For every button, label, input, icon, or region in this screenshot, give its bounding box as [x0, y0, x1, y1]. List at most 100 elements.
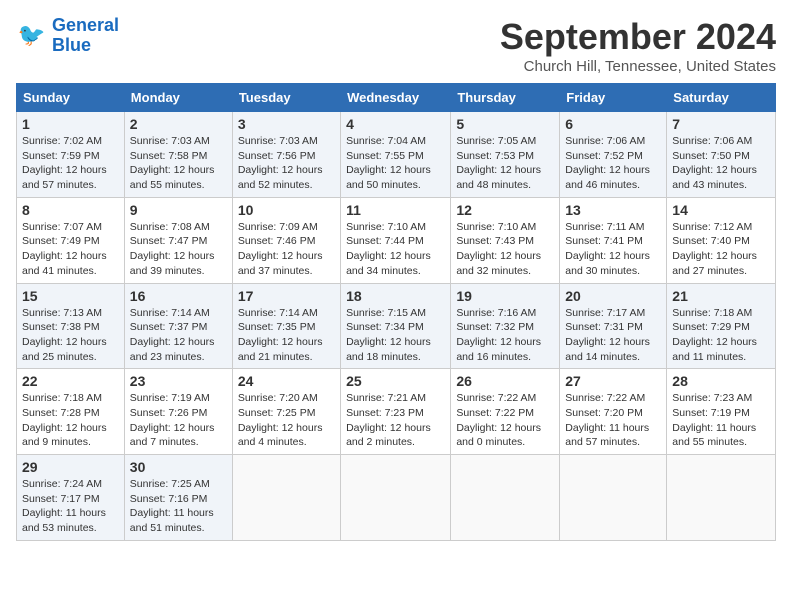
- day-number: 27: [565, 373, 661, 389]
- header-cell-tuesday: Tuesday: [232, 84, 340, 112]
- day-number: 5: [456, 116, 554, 132]
- day-info: Sunrise: 7:17 AMSunset: 7:31 PMDaylight:…: [565, 306, 661, 365]
- day-number: 29: [22, 459, 119, 475]
- svg-text:🐦: 🐦: [18, 22, 46, 47]
- calendar-cell: 25Sunrise: 7:21 AMSunset: 7:23 PMDayligh…: [341, 369, 451, 455]
- day-info: Sunrise: 7:23 AMSunset: 7:19 PMDaylight:…: [672, 391, 770, 450]
- header-cell-sunday: Sunday: [17, 84, 125, 112]
- calendar-cell: 9 Sunrise: 7:08 AMSunset: 7:47 PMDaylight…: [124, 197, 232, 283]
- header-cell-wednesday: Wednesday: [341, 84, 451, 112]
- day-info: Sunrise: 7:24 AMSunset: 7:17 PMDaylight:…: [22, 477, 119, 536]
- calendar-cell: 18 Sunrise: 7:15 AMSunset: 7:34 PMDayligh…: [341, 283, 451, 369]
- day-info: Sunrise: 7:20 AMSunset: 7:25 PMDaylight:…: [238, 391, 335, 450]
- logo: 🐦 General Blue: [16, 16, 119, 56]
- day-number: 18: [346, 288, 445, 304]
- logo-icon: 🐦: [16, 20, 48, 52]
- calendar-cell: 1 Sunrise: 7:02 AMSunset: 7:59 PMDaylight…: [17, 112, 125, 198]
- day-info: Sunrise: 7:11 AMSunset: 7:41 PMDaylight:…: [565, 220, 661, 279]
- logo-text: General Blue: [52, 16, 119, 56]
- day-info: Sunrise: 7:12 AMSunset: 7:40 PMDaylight:…: [672, 220, 770, 279]
- calendar-cell: 2 Sunrise: 7:03 AMSunset: 7:58 PMDaylight…: [124, 112, 232, 198]
- calendar-cell: 29 Sunrise: 7:24 AMSunset: 7:17 PMDayligh…: [17, 455, 125, 541]
- day-info: Sunrise: 7:05 AMSunset: 7:53 PMDaylight:…: [456, 134, 554, 193]
- day-info: Sunrise: 7:22 AMSunset: 7:20 PMDaylight:…: [565, 391, 661, 450]
- calendar-cell: 21 Sunrise: 7:18 AMSunset: 7:29 PMDayligh…: [667, 283, 776, 369]
- day-info: Sunrise: 7:09 AMSunset: 7:46 PMDaylight:…: [238, 220, 335, 279]
- month-title: September 2024: [500, 16, 776, 58]
- day-info: Sunrise: 7:04 AMSunset: 7:55 PMDaylight:…: [346, 134, 445, 193]
- calendar-cell: 13Sunrise: 7:11 AMSunset: 7:41 PMDayligh…: [560, 197, 667, 283]
- calendar-cell: 10 Sunrise: 7:09 AMSunset: 7:46 PMDayligh…: [232, 197, 340, 283]
- calendar-cell: 6 Sunrise: 7:06 AMSunset: 7:52 PMDaylight…: [560, 112, 667, 198]
- day-info: Sunrise: 7:06 AMSunset: 7:52 PMDaylight:…: [565, 134, 661, 193]
- day-info: Sunrise: 7:03 AMSunset: 7:58 PMDaylight:…: [130, 134, 227, 193]
- day-info: Sunrise: 7:13 AMSunset: 7:38 PMDaylight:…: [22, 306, 119, 365]
- day-number: 9: [130, 202, 227, 218]
- day-number: 24: [238, 373, 335, 389]
- calendar-cell: 12Sunrise: 7:10 AMSunset: 7:43 PMDayligh…: [451, 197, 560, 283]
- day-number: 11: [346, 202, 445, 218]
- calendar-cell: 7 Sunrise: 7:06 AMSunset: 7:50 PMDaylight…: [667, 112, 776, 198]
- day-number: 28: [672, 373, 770, 389]
- day-info: Sunrise: 7:10 AMSunset: 7:43 PMDaylight:…: [456, 220, 554, 279]
- header-cell-thursday: Thursday: [451, 84, 560, 112]
- day-number: 30: [130, 459, 227, 475]
- day-info: Sunrise: 7:19 AMSunset: 7:26 PMDaylight:…: [130, 391, 227, 450]
- day-info: Sunrise: 7:08 AMSunset: 7:47 PMDaylight:…: [130, 220, 227, 279]
- location-title: Church Hill, Tennessee, United States: [500, 58, 776, 75]
- calendar-cell: 28 Sunrise: 7:23 AMSunset: 7:19 PMDayligh…: [667, 369, 776, 455]
- calendar-cell: [232, 455, 340, 541]
- day-info: Sunrise: 7:18 AMSunset: 7:29 PMDaylight:…: [672, 306, 770, 365]
- calendar-cell: 24 Sunrise: 7:20 AMSunset: 7:25 PMDayligh…: [232, 369, 340, 455]
- day-number: 16: [130, 288, 227, 304]
- week-row-2: 8Sunrise: 7:07 AMSunset: 7:49 PMDaylight…: [17, 197, 776, 283]
- day-number: 17: [238, 288, 335, 304]
- logo-line1: General: [52, 15, 119, 35]
- day-info: Sunrise: 7:06 AMSunset: 7:50 PMDaylight:…: [672, 134, 770, 193]
- day-number: 7: [672, 116, 770, 132]
- calendar-cell: 27 Sunrise: 7:22 AMSunset: 7:20 PMDayligh…: [560, 369, 667, 455]
- title-area: September 2024 Church Hill, Tennessee, U…: [500, 16, 776, 75]
- calendar-cell: 20 Sunrise: 7:17 AMSunset: 7:31 PMDayligh…: [560, 283, 667, 369]
- day-number: 22: [22, 373, 119, 389]
- day-info: Sunrise: 7:14 AMSunset: 7:35 PMDaylight:…: [238, 306, 335, 365]
- day-number: 26: [456, 373, 554, 389]
- week-row-4: 22 Sunrise: 7:18 AMSunset: 7:28 PMDayligh…: [17, 369, 776, 455]
- header-cell-friday: Friday: [560, 84, 667, 112]
- day-number: 20: [565, 288, 661, 304]
- day-info: Sunrise: 7:14 AMSunset: 7:37 PMDaylight:…: [130, 306, 227, 365]
- day-info: Sunrise: 7:07 AMSunset: 7:49 PMDaylight:…: [22, 220, 119, 279]
- calendar-cell: 11 Sunrise: 7:10 AMSunset: 7:44 PMDayligh…: [341, 197, 451, 283]
- page-header: 🐦 General Blue September 2024 Church Hil…: [16, 16, 776, 75]
- day-number: 3: [238, 116, 335, 132]
- day-number: 10: [238, 202, 335, 218]
- day-number: 15: [22, 288, 119, 304]
- header-cell-saturday: Saturday: [667, 84, 776, 112]
- day-info: Sunrise: 7:22 AMSunset: 7:22 PMDaylight:…: [456, 391, 554, 450]
- calendar-cell: 26 Sunrise: 7:22 AMSunset: 7:22 PMDayligh…: [451, 369, 560, 455]
- header-row: SundayMondayTuesdayWednesdayThursdayFrid…: [17, 84, 776, 112]
- day-number: 2: [130, 116, 227, 132]
- day-info: Sunrise: 7:18 AMSunset: 7:28 PMDaylight:…: [22, 391, 119, 450]
- day-info: Sunrise: 7:16 AMSunset: 7:32 PMDaylight:…: [456, 306, 554, 365]
- calendar-cell: [451, 455, 560, 541]
- week-row-3: 15 Sunrise: 7:13 AMSunset: 7:38 PMDayligh…: [17, 283, 776, 369]
- day-number: 1: [22, 116, 119, 132]
- day-info: Sunrise: 7:03 AMSunset: 7:56 PMDaylight:…: [238, 134, 335, 193]
- calendar-cell: 4Sunrise: 7:04 AMSunset: 7:55 PMDaylight…: [341, 112, 451, 198]
- logo-line2: Blue: [52, 35, 91, 55]
- day-number: 6: [565, 116, 661, 132]
- day-info: Sunrise: 7:15 AMSunset: 7:34 PMDaylight:…: [346, 306, 445, 365]
- calendar-cell: 22 Sunrise: 7:18 AMSunset: 7:28 PMDayligh…: [17, 369, 125, 455]
- calendar-cell: 3 Sunrise: 7:03 AMSunset: 7:56 PMDaylight…: [232, 112, 340, 198]
- day-info: Sunrise: 7:02 AMSunset: 7:59 PMDaylight:…: [22, 134, 119, 193]
- day-info: Sunrise: 7:25 AMSunset: 7:16 PMDaylight:…: [130, 477, 227, 536]
- calendar-cell: 8Sunrise: 7:07 AMSunset: 7:49 PMDaylight…: [17, 197, 125, 283]
- day-number: 21: [672, 288, 770, 304]
- calendar-cell: 5 Sunrise: 7:05 AMSunset: 7:53 PMDaylight…: [451, 112, 560, 198]
- calendar-cell: 16 Sunrise: 7:14 AMSunset: 7:37 PMDayligh…: [124, 283, 232, 369]
- day-number: 14: [672, 202, 770, 218]
- week-row-5: 29 Sunrise: 7:24 AMSunset: 7:17 PMDayligh…: [17, 455, 776, 541]
- day-info: Sunrise: 7:10 AMSunset: 7:44 PMDaylight:…: [346, 220, 445, 279]
- calendar-cell: 30 Sunrise: 7:25 AMSunset: 7:16 PMDayligh…: [124, 455, 232, 541]
